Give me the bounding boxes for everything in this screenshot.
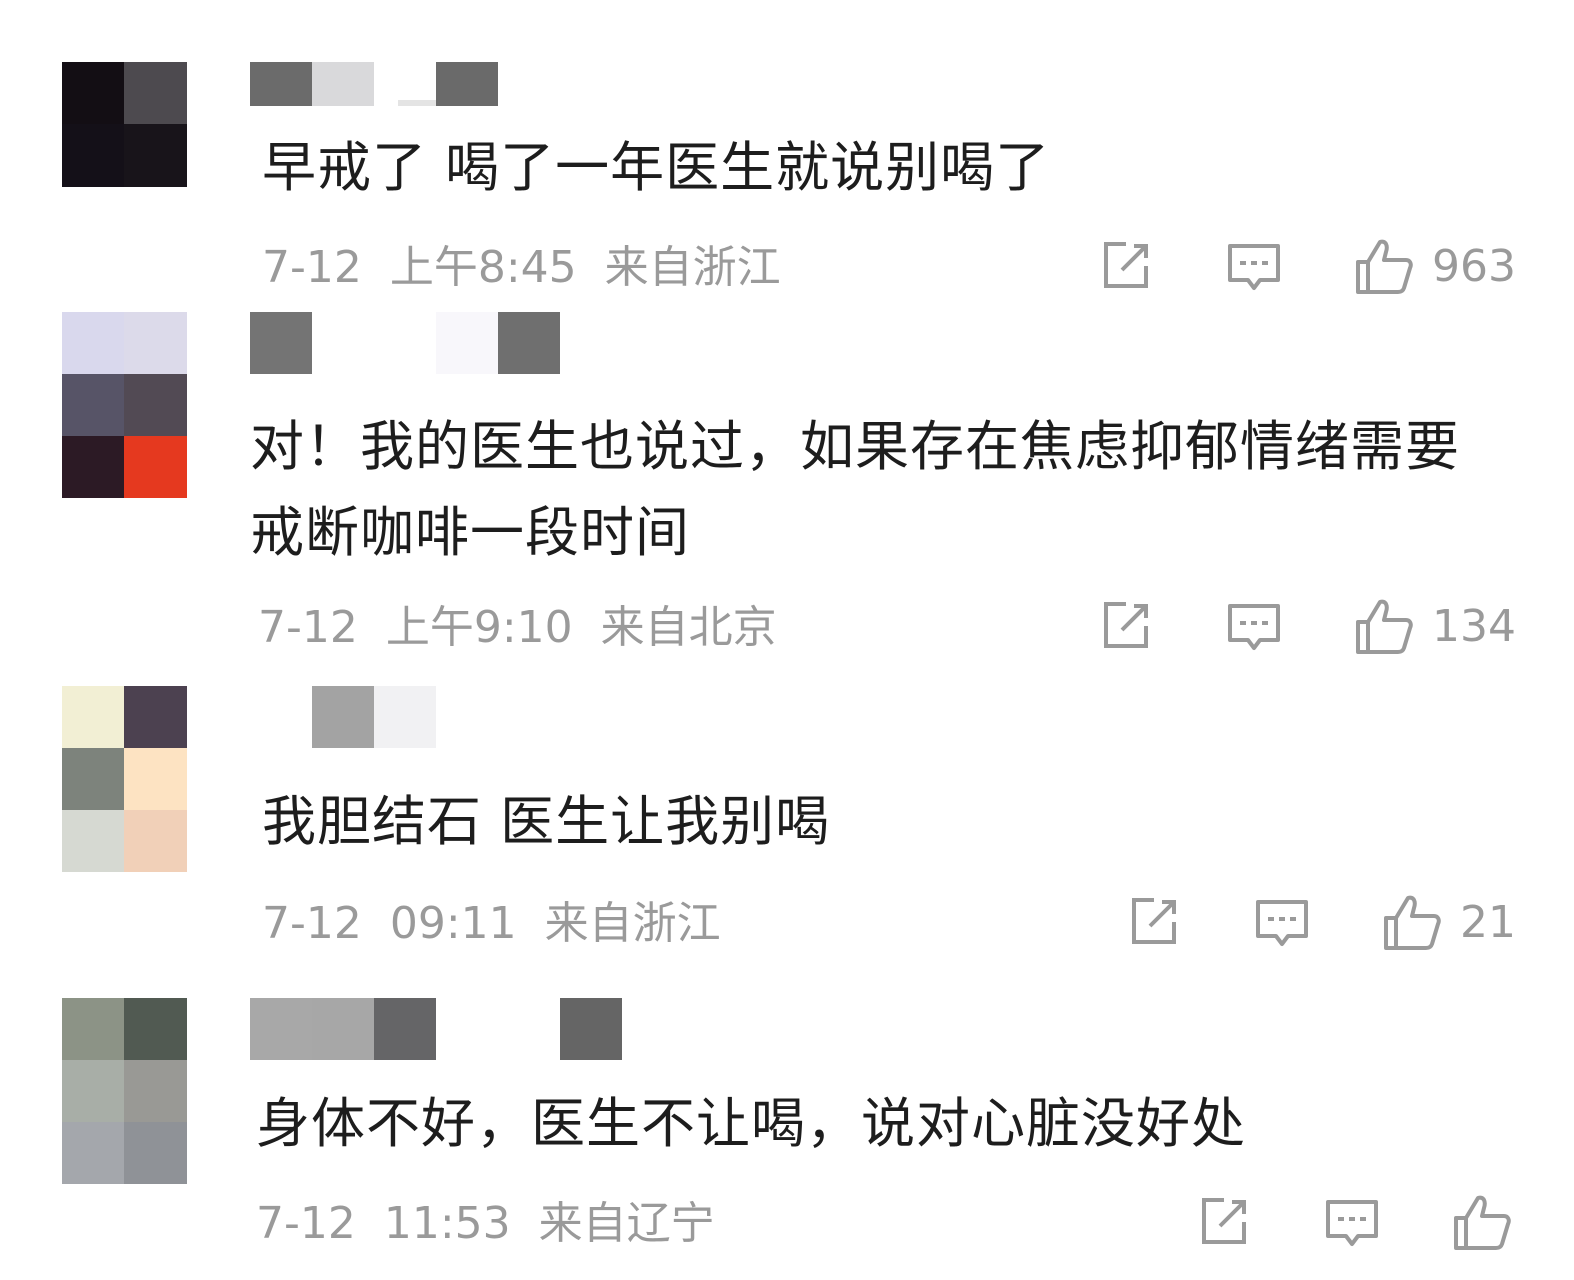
comment-meta: 7-12 09:11 来自浙江 — [262, 896, 735, 952]
avatar-pixel — [124, 1060, 187, 1122]
comment-icon — [1228, 244, 1281, 290]
thumbs-up-icon — [1356, 599, 1413, 654]
avatar[interactable] — [62, 998, 187, 1184]
share-button[interactable] — [1098, 598, 1154, 654]
avatar[interactable] — [62, 312, 187, 498]
avatar-pixel — [124, 998, 187, 1060]
avatar-pixel — [62, 1122, 124, 1184]
like-count: 21 — [1460, 896, 1516, 948]
username-blurred[interactable] — [250, 998, 624, 1060]
avatar-pixel — [124, 374, 187, 436]
like-button[interactable]: 963 — [1354, 236, 1516, 296]
comment-meta: 7-12 11:53 来自辽宁 — [256, 1196, 729, 1252]
comment-time: 11:53 — [383, 1198, 511, 1249]
comment-button[interactable] — [1226, 598, 1282, 654]
like-button[interactable]: 21 — [1382, 892, 1516, 952]
comment-icon — [1228, 604, 1281, 650]
comment-date: 7-12 — [262, 898, 362, 949]
avatar-pixel — [124, 748, 187, 810]
thumbs-up-icon — [1356, 239, 1413, 294]
avatar[interactable] — [62, 62, 187, 187]
comment-meta: 7-12 上午8:45 来自浙江 — [262, 240, 795, 296]
avatar-pixel — [124, 124, 187, 187]
avatar-pixel — [62, 62, 124, 124]
comment-button[interactable] — [1226, 238, 1282, 294]
avatar-pixel — [62, 436, 124, 498]
comment-actions: 134 — [1026, 596, 1516, 656]
thumbs-up-icon — [1454, 1195, 1511, 1250]
comment-actions: 21 — [1054, 892, 1516, 952]
comment-text: 我胆结石 医生让我别喝 — [262, 790, 831, 853]
avatar-pixel — [124, 1122, 187, 1184]
avatar-pixel — [62, 998, 124, 1060]
comment-location: 来自北京 — [600, 602, 777, 653]
comment-location: 来自浙江 — [604, 242, 781, 293]
comment-date: 7-12 — [262, 242, 362, 293]
username-blurred[interactable] — [250, 312, 562, 374]
comment-time: 上午8:45 — [389, 242, 577, 293]
avatar-pixel — [124, 810, 187, 872]
comment-icon — [1326, 1200, 1378, 1246]
like-button[interactable] — [1452, 1192, 1512, 1252]
username-blurred[interactable] — [250, 686, 440, 748]
comment-meta: 7-12 上午9:10 来自北京 — [258, 600, 791, 656]
comment-time: 上午9:10 — [385, 602, 573, 653]
avatar-pixel — [62, 312, 124, 374]
like-count: 134 — [1432, 600, 1516, 652]
avatar-pixel — [62, 1060, 124, 1122]
comment-actions: 963 — [1026, 236, 1516, 296]
avatar-pixel — [124, 62, 187, 124]
comment-icon — [1256, 900, 1308, 946]
comment-button[interactable] — [1254, 894, 1310, 950]
comment-date: 7-12 — [258, 602, 358, 653]
comment-text: 早戒了 喝了一年医生就说别喝了 — [262, 136, 1051, 199]
comment-location: 来自浙江 — [544, 898, 721, 949]
avatar-pixel — [62, 810, 124, 872]
like-button[interactable]: 134 — [1354, 596, 1516, 656]
comment-date: 7-12 — [256, 1198, 356, 1249]
avatar-pixel — [62, 686, 124, 748]
comment-actions — [1124, 1192, 1512, 1252]
share-button[interactable] — [1098, 238, 1154, 294]
avatar-pixel — [62, 374, 124, 436]
like-count: 963 — [1432, 240, 1516, 292]
username-blurred[interactable] — [250, 62, 500, 106]
thumbs-up-icon — [1384, 895, 1441, 950]
comment-button[interactable] — [1324, 1194, 1380, 1250]
comment-text: 身体不好，医生不让喝，说对心脏没好处 — [256, 1092, 1246, 1155]
share-icon — [1132, 898, 1176, 944]
comment-location: 来自辽宁 — [538, 1198, 715, 1249]
avatar-pixel — [124, 436, 187, 498]
share-icon — [1104, 602, 1149, 648]
avatar[interactable] — [62, 686, 187, 872]
avatar-pixel — [124, 312, 187, 374]
share-button[interactable] — [1196, 1194, 1252, 1250]
share-button[interactable] — [1126, 894, 1182, 950]
avatar-pixel — [62, 748, 124, 810]
comment-time: 09:11 — [389, 898, 517, 949]
share-icon — [1104, 242, 1149, 288]
avatar-pixel — [124, 686, 187, 748]
share-icon — [1202, 1198, 1246, 1244]
comment-text: 对！我的医生也说过，如果存在焦虑抑郁情绪需要戒断咖啡一段时间 — [250, 415, 1460, 564]
avatar-pixel — [62, 124, 124, 187]
